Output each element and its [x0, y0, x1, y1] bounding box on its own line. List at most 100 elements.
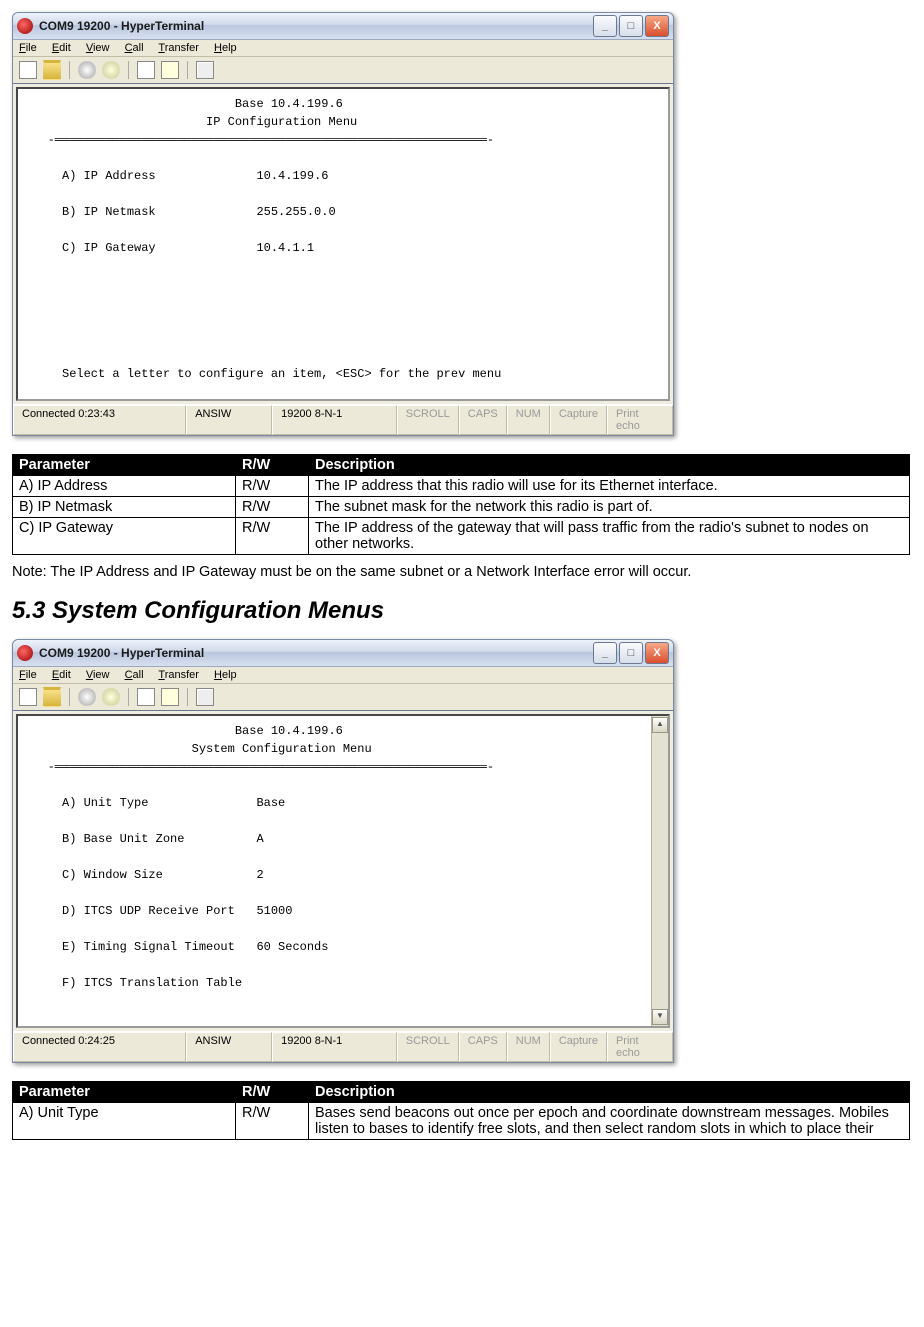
- minimize-button[interactable]: _: [593, 15, 617, 37]
- status-echo: Print echo: [607, 405, 673, 435]
- cell-parameter: A) IP Address: [13, 476, 236, 497]
- terminal-wrap: Base 10.4.199.6 System Configuration Men…: [16, 714, 670, 1028]
- send-icon[interactable]: [137, 688, 155, 706]
- menu-transfer[interactable]: Transfer: [158, 669, 199, 681]
- menu-view[interactable]: View: [86, 669, 110, 681]
- close-button[interactable]: X: [645, 642, 669, 664]
- cell-rw: R/W: [236, 518, 309, 555]
- cell-rw: R/W: [236, 1102, 309, 1139]
- terminal-wrap: Base 10.4.199.6 IP Configuration Menu -═…: [16, 87, 670, 401]
- close-button[interactable]: X: [645, 15, 669, 37]
- window-title: COM9 19200 - HyperTerminal: [39, 19, 591, 33]
- maximize-button[interactable]: □: [619, 15, 643, 37]
- table-row: C) IP GatewayR/WThe IP address of the ga…: [13, 518, 910, 555]
- menu-call[interactable]: Call: [125, 42, 144, 54]
- status-echo: Print echo: [607, 1032, 673, 1062]
- menu-help[interactable]: Help: [214, 42, 237, 54]
- open-icon[interactable]: [43, 60, 61, 80]
- menu-edit[interactable]: Edit: [52, 669, 71, 681]
- client-area: Base 10.4.199.6 IP Configuration Menu -═…: [13, 84, 673, 404]
- menu-edit[interactable]: Edit: [52, 42, 71, 54]
- cell-parameter: A) Unit Type: [13, 1102, 236, 1139]
- table-header-row: Parameter R/W Description: [13, 1081, 910, 1102]
- toolbar: [13, 57, 673, 84]
- menu-help[interactable]: Help: [214, 669, 237, 681]
- section-heading: 5.3 System Configuration Menus: [12, 597, 912, 625]
- statusbar: Connected 0:24:25 ANSIW 19200 8-N-1 SCRO…: [13, 1031, 673, 1062]
- toolbar: [13, 684, 673, 711]
- titlebar[interactable]: COM9 19200 - HyperTerminal _ □ X: [13, 640, 673, 667]
- cell-description: Bases send beacons out once per epoch an…: [309, 1102, 910, 1139]
- header-rw: R/W: [236, 455, 309, 476]
- parameter-table-2: Parameter R/W Description A) Unit TypeR/…: [12, 1081, 910, 1140]
- minimize-button[interactable]: _: [593, 642, 617, 664]
- menubar: File Edit View Call Transfer Help: [13, 40, 673, 57]
- open-icon[interactable]: [43, 687, 61, 707]
- status-num: NUM: [507, 1032, 550, 1062]
- titlebar[interactable]: COM9 19200 - HyperTerminal _ □ X: [13, 13, 673, 40]
- hyperterminal-window-1: COM9 19200 - HyperTerminal _ □ X File Ed…: [12, 12, 674, 436]
- new-icon[interactable]: [19, 61, 37, 79]
- client-area: Base 10.4.199.6 System Configuration Men…: [13, 711, 673, 1031]
- hangup-icon[interactable]: [102, 688, 120, 706]
- status-scroll: SCROLL: [397, 1032, 459, 1062]
- note-text: Note: The IP Address and IP Gateway must…: [12, 563, 910, 583]
- cell-parameter: B) IP Netmask: [13, 497, 236, 518]
- status-num: NUM: [507, 405, 550, 435]
- cell-description: The IP address that this radio will use …: [309, 476, 910, 497]
- cell-rw: R/W: [236, 476, 309, 497]
- call-icon[interactable]: [78, 688, 96, 706]
- app-icon: [17, 18, 33, 34]
- separator: [187, 688, 188, 706]
- status-emulation: ANSIW: [186, 1032, 272, 1062]
- menu-call[interactable]: Call: [125, 669, 144, 681]
- cell-description: The IP address of the gateway that will …: [309, 518, 910, 555]
- status-capture: Capture: [550, 1032, 607, 1062]
- menu-file[interactable]: File: [19, 669, 37, 681]
- menu-view[interactable]: View: [86, 42, 110, 54]
- menu-transfer[interactable]: Transfer: [158, 42, 199, 54]
- header-description: Description: [309, 455, 910, 476]
- status-caps: CAPS: [459, 1032, 507, 1062]
- window-title: COM9 19200 - HyperTerminal: [39, 646, 591, 660]
- status-emulation: ANSIW: [186, 405, 272, 435]
- cell-rw: R/W: [236, 497, 309, 518]
- parameter-table-1: Parameter R/W Description A) IP AddressR…: [12, 454, 910, 555]
- properties-icon[interactable]: [196, 688, 214, 706]
- receive-icon[interactable]: [161, 688, 179, 706]
- status-connection: Connected 0:24:25: [13, 1032, 186, 1062]
- scrollbar[interactable]: ▲ ▼: [651, 716, 668, 1026]
- table-header-row: Parameter R/W Description: [13, 455, 910, 476]
- separator: [128, 61, 129, 79]
- terminal-output[interactable]: Base 10.4.199.6 System Configuration Men…: [18, 716, 651, 1026]
- hangup-icon[interactable]: [102, 61, 120, 79]
- table-row: B) IP NetmaskR/WThe subnet mask for the …: [13, 497, 910, 518]
- separator: [128, 688, 129, 706]
- separator: [187, 61, 188, 79]
- receive-icon[interactable]: [161, 61, 179, 79]
- separator: [69, 688, 70, 706]
- menu-file[interactable]: File: [19, 42, 37, 54]
- status-scroll: SCROLL: [397, 405, 459, 435]
- maximize-button[interactable]: □: [619, 642, 643, 664]
- send-icon[interactable]: [137, 61, 155, 79]
- table-row: A) IP AddressR/WThe IP address that this…: [13, 476, 910, 497]
- menubar: File Edit View Call Transfer Help: [13, 667, 673, 684]
- status-params: 19200 8-N-1: [272, 405, 397, 435]
- status-caps: CAPS: [459, 405, 507, 435]
- new-icon[interactable]: [19, 688, 37, 706]
- header-description: Description: [309, 1081, 910, 1102]
- status-capture: Capture: [550, 405, 607, 435]
- properties-icon[interactable]: [196, 61, 214, 79]
- scroll-up-icon[interactable]: ▲: [652, 717, 668, 733]
- statusbar: Connected 0:23:43 ANSIW 19200 8-N-1 SCRO…: [13, 404, 673, 435]
- status-params: 19200 8-N-1: [272, 1032, 397, 1062]
- table-row: A) Unit TypeR/WBases send beacons out on…: [13, 1102, 910, 1139]
- call-icon[interactable]: [78, 61, 96, 79]
- app-icon: [17, 645, 33, 661]
- header-parameter: Parameter: [13, 455, 236, 476]
- scroll-down-icon[interactable]: ▼: [652, 1009, 668, 1025]
- header-parameter: Parameter: [13, 1081, 236, 1102]
- header-rw: R/W: [236, 1081, 309, 1102]
- terminal-output[interactable]: Base 10.4.199.6 IP Configuration Menu -═…: [18, 89, 668, 399]
